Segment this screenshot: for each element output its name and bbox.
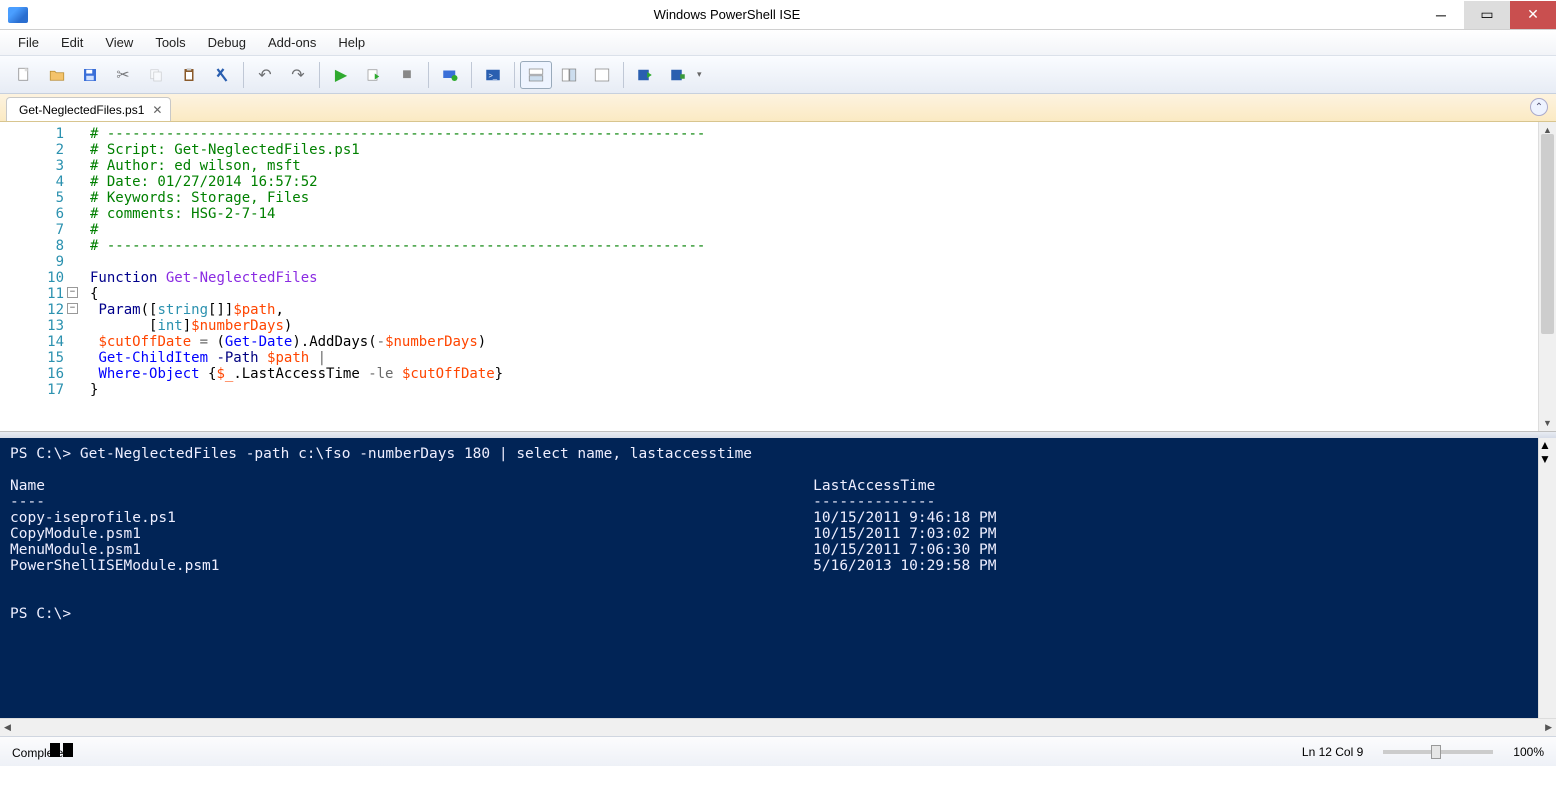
- separator: [514, 62, 515, 88]
- window-title: Windows PowerShell ISE: [36, 7, 1418, 22]
- tab-close-icon[interactable]: ✕: [152, 103, 162, 117]
- menu-help[interactable]: Help: [328, 31, 375, 54]
- cut-icon[interactable]: ✂: [107, 61, 139, 89]
- console-pane[interactable]: PS C:\> Get-NeglectedFiles -path c:\fso …: [0, 438, 1556, 718]
- layout-right-icon[interactable]: [553, 61, 585, 89]
- maximize-button[interactable]: ▭: [1464, 1, 1510, 29]
- run-icon[interactable]: ▶: [325, 61, 357, 89]
- powershell-tab-icon[interactable]: >_: [477, 61, 509, 89]
- show-command-icon[interactable]: [629, 61, 661, 89]
- menu-debug[interactable]: Debug: [198, 31, 256, 54]
- separator: [319, 62, 320, 88]
- toolbar-overflow-icon[interactable]: ▾: [697, 69, 702, 80]
- layout-max-icon[interactable]: [586, 61, 618, 89]
- cursor-position: Ln 12 Col 9: [1302, 745, 1363, 759]
- menu-view[interactable]: View: [95, 31, 143, 54]
- copy-icon[interactable]: [140, 61, 172, 89]
- clear-icon[interactable]: [206, 61, 238, 89]
- layout-top-icon[interactable]: [520, 61, 552, 89]
- menu-tools[interactable]: Tools: [145, 31, 195, 54]
- status-bar: Completed Ln 12 Col 9 100%: [0, 736, 1556, 766]
- tab-label: Get-NeglectedFiles.ps1: [19, 103, 144, 117]
- separator: [243, 62, 244, 88]
- status-state: Completed: [12, 743, 76, 760]
- zoom-slider[interactable]: [1383, 750, 1493, 754]
- save-icon[interactable]: [74, 61, 106, 89]
- undo-icon[interactable]: ↶: [249, 61, 281, 89]
- console-vertical-scrollbar[interactable]: ▲ ▼: [1538, 438, 1556, 718]
- editor-tab-strip: Get-NeglectedFiles.ps1 ✕ ⌃: [0, 94, 1556, 122]
- zoom-thumb[interactable]: [1431, 745, 1441, 759]
- fold-icon[interactable]: −: [67, 303, 78, 314]
- code-area[interactable]: # --------------------------------------…: [70, 122, 1538, 431]
- separator: [471, 62, 472, 88]
- open-file-icon[interactable]: [41, 61, 73, 89]
- zoom-track[interactable]: [1383, 750, 1493, 754]
- separator: [623, 62, 624, 88]
- scroll-down-icon[interactable]: ▼: [1539, 415, 1556, 431]
- menu-edit[interactable]: Edit: [51, 31, 93, 54]
- window-controls: ─ ▭ ✕: [1418, 1, 1556, 29]
- show-command-addon-icon[interactable]: [662, 61, 694, 89]
- menu-file[interactable]: File: [8, 31, 49, 54]
- console-output[interactable]: PS C:\> Get-NeglectedFiles -path c:\fso …: [0, 438, 1538, 718]
- zoom-level: 100%: [1513, 745, 1544, 759]
- scroll-thumb[interactable]: [1541, 134, 1554, 334]
- editor-tab[interactable]: Get-NeglectedFiles.ps1 ✕: [6, 97, 171, 121]
- stop-icon[interactable]: ■: [391, 61, 423, 89]
- menu-addons[interactable]: Add-ons: [258, 31, 326, 54]
- script-editor[interactable]: 1 2 3 4 5 6 7 8 9 10 11− 12− 13 14 15 16…: [0, 122, 1556, 432]
- separator: [428, 62, 429, 88]
- svg-text:>_: >_: [489, 71, 498, 80]
- title-bar: Windows PowerShell ISE ─ ▭ ✕: [0, 0, 1556, 30]
- scroll-down-icon[interactable]: ▼: [1539, 452, 1556, 466]
- new-file-icon[interactable]: [8, 61, 40, 89]
- run-selection-icon[interactable]: [358, 61, 390, 89]
- fold-icon[interactable]: −: [67, 287, 78, 298]
- horizontal-scrollbar[interactable]: ◀▶: [0, 718, 1556, 736]
- minimize-button[interactable]: ─: [1418, 1, 1464, 29]
- paste-icon[interactable]: [173, 61, 205, 89]
- line-number-gutter: 1 2 3 4 5 6 7 8 9 10 11− 12− 13 14 15 16…: [0, 122, 70, 431]
- collapse-script-pane-icon[interactable]: ⌃: [1530, 98, 1548, 116]
- new-remote-tab-icon[interactable]: [434, 61, 466, 89]
- toolbar: ✂ ↶ ↷ ▶ ■ >_ ▾: [0, 56, 1556, 94]
- editor-vertical-scrollbar[interactable]: ▲ ▼: [1538, 122, 1556, 431]
- close-button[interactable]: ✕: [1510, 1, 1556, 29]
- app-icon: [8, 7, 28, 23]
- scroll-up-icon[interactable]: ▲: [1539, 438, 1556, 452]
- menu-bar: File Edit View Tools Debug Add-ons Help: [0, 30, 1556, 56]
- redo-icon[interactable]: ↷: [282, 61, 314, 89]
